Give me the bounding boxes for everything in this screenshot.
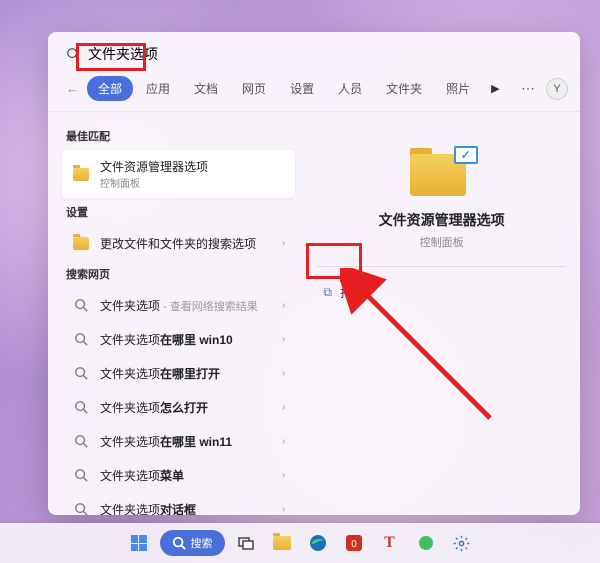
- filter-documents[interactable]: 文档: [183, 76, 229, 101]
- search-icon: [72, 432, 90, 450]
- result-subtitle: 控制面板: [100, 175, 285, 190]
- results-column: 最佳匹配 文件资源管理器选项 控制面板 设置 更改文件和文件夹的搜索选项 › 搜…: [48, 112, 303, 515]
- open-icon: ⧉: [323, 285, 332, 300]
- file-explorer-button[interactable]: [267, 528, 297, 558]
- web-result-item[interactable]: 文件夹选项怎么打开 ›: [62, 390, 295, 424]
- filter-settings[interactable]: 设置: [279, 76, 325, 101]
- open-label: 打开: [340, 284, 364, 301]
- search-icon: [72, 330, 90, 348]
- result-title: 文件夹选项在哪里 win11: [100, 433, 272, 450]
- web-result-item[interactable]: 文件夹选项菜单 ›: [62, 458, 295, 492]
- search-icon: [72, 398, 90, 416]
- task-view-button[interactable]: [231, 528, 261, 558]
- detail-pane: ✓ 文件资源管理器选项 控制面板 ⧉ 打开: [303, 112, 580, 515]
- filter-more-button[interactable]: ▶: [483, 78, 507, 99]
- edge-button[interactable]: [303, 528, 333, 558]
- web-result-item[interactable]: 文件夹选项在哪里 win11 ›: [62, 424, 295, 458]
- chevron-right-icon: ›: [282, 334, 285, 345]
- search-icon: [72, 466, 90, 484]
- chevron-right-icon: ›: [282, 504, 285, 515]
- section-web: 搜索网页: [66, 266, 295, 282]
- detail-subtitle: 控制面板: [317, 234, 566, 250]
- result-title: 文件夹选项在哪里打开: [100, 365, 272, 382]
- best-match-item[interactable]: 文件资源管理器选项 控制面板: [62, 150, 295, 198]
- search-icon: [72, 296, 90, 314]
- result-title: 文件夹选项怎么打开: [100, 399, 272, 416]
- section-settings: 设置: [66, 204, 295, 220]
- web-result-item[interactable]: 文件夹选项在哪里 win10 ›: [62, 322, 295, 356]
- result-title: 文件夹选项菜单: [100, 467, 272, 484]
- web-result-item[interactable]: 文件夹选项 - 查看网络搜索结果 ›: [62, 288, 295, 322]
- open-action[interactable]: ⧉ 打开: [317, 277, 566, 308]
- taskbar-search-label: 搜索: [191, 535, 213, 551]
- detail-title: 文件资源管理器选项: [317, 210, 566, 230]
- chevron-right-icon: ›: [282, 402, 285, 413]
- filter-web[interactable]: 网页: [231, 76, 277, 101]
- search-window: ← 全部 应用 文档 网页 设置 人员 文件夹 照片 ▶ ⋯ Y 最佳匹配 文件…: [48, 32, 580, 515]
- filter-row: ← 全部 应用 文档 网页 设置 人员 文件夹 照片 ▶ ⋯ Y: [48, 72, 580, 112]
- chevron-right-icon: ›: [282, 300, 285, 311]
- result-title: 文件夹选项 - 查看网络搜索结果: [100, 297, 272, 314]
- settings-result-item[interactable]: 更改文件和文件夹的搜索选项 ›: [62, 226, 295, 260]
- filter-folders[interactable]: 文件夹: [375, 76, 433, 101]
- folder-search-icon: [72, 234, 90, 252]
- search-icon: [172, 536, 186, 550]
- filter-photos[interactable]: 照片: [435, 76, 481, 101]
- app-icon-t[interactable]: T: [375, 528, 405, 558]
- search-input[interactable]: [88, 46, 562, 62]
- search-icon: [66, 47, 80, 61]
- filter-apps[interactable]: 应用: [135, 76, 181, 101]
- more-options-button[interactable]: ⋯: [513, 76, 544, 101]
- divider: [317, 266, 566, 267]
- app-icon-green[interactable]: [411, 528, 441, 558]
- section-best-match: 最佳匹配: [66, 128, 295, 144]
- taskbar-search[interactable]: 搜索: [160, 530, 225, 556]
- web-result-item[interactable]: 文件夹选项在哪里打开 ›: [62, 356, 295, 390]
- chevron-right-icon: ›: [282, 238, 285, 249]
- folder-options-icon: [72, 165, 90, 183]
- account-avatar[interactable]: Y: [546, 78, 568, 100]
- start-button[interactable]: [124, 528, 154, 558]
- svg-text:0: 0: [351, 539, 357, 550]
- settings-button[interactable]: [447, 528, 477, 558]
- folder-options-large-icon: ✓: [410, 148, 474, 200]
- back-button[interactable]: ←: [60, 77, 85, 100]
- search-icon: [72, 500, 90, 515]
- result-title: 文件夹选项在哪里 win10: [100, 331, 272, 348]
- search-icon: [72, 364, 90, 382]
- result-title: 文件夹选项对话框: [100, 501, 272, 516]
- chevron-right-icon: ›: [282, 436, 285, 447]
- result-title: 更改文件和文件夹的搜索选项: [100, 235, 272, 252]
- taskbar: 搜索 0 T: [0, 523, 600, 563]
- chevron-right-icon: ›: [282, 368, 285, 379]
- web-result-item[interactable]: 文件夹选项对话框 ›: [62, 492, 295, 515]
- app-icon-red[interactable]: 0: [339, 528, 369, 558]
- filter-all[interactable]: 全部: [87, 76, 133, 101]
- filter-people[interactable]: 人员: [327, 76, 373, 101]
- search-bar: [48, 32, 580, 72]
- chevron-right-icon: ›: [282, 470, 285, 481]
- result-title: 文件资源管理器选项: [100, 158, 285, 175]
